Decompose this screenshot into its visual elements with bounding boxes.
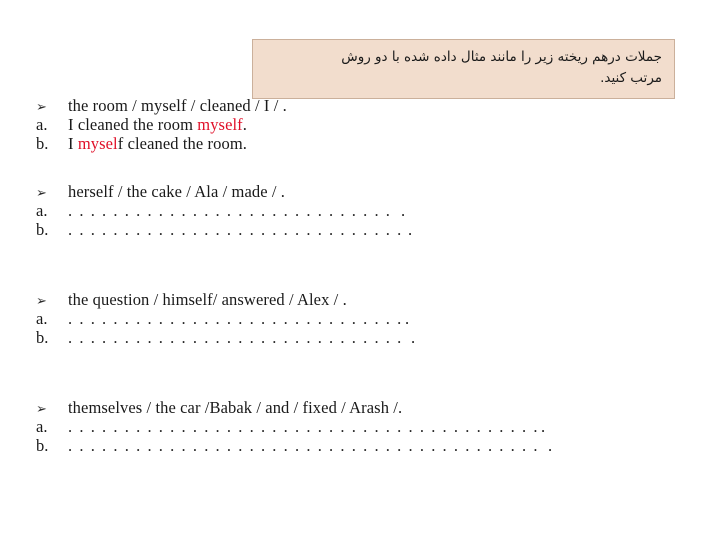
exercise-1-answer-b-row: b. I myself cleaned the room.	[36, 134, 287, 153]
answer-label-a: a.	[36, 201, 48, 220]
exercise-2-answer-a-row[interactable]: a. . . . . . . . . . . . . . . . . . . .…	[36, 201, 412, 220]
answer-segment: I	[68, 134, 78, 153]
answer-blank-line[interactable]: . . . . . . . . . . . . . . . . . . . . …	[68, 328, 408, 347]
exercise-1-answer-b: I myself cleaned the room.	[68, 134, 247, 153]
answer-blank-period: .	[405, 309, 410, 328]
exercise-3-prompt-row: ➢ the question / himself/ answered / Ale…	[36, 290, 415, 309]
worksheet-page: جملات درهم ریخته زیر را مانند مثال داده …	[0, 0, 720, 540]
answer-blank-period: .	[408, 220, 413, 239]
exercise-2-answer-b-row[interactable]: b. . . . . . . . . . . . . . . . . . . .…	[36, 220, 412, 239]
answer-segment: I cleaned the room	[68, 115, 198, 134]
exercise-1-prompt-row: ➢ the room / myself / cleaned / I / .	[36, 96, 287, 115]
exercise-1-prompt: the room / myself / cleaned / I / .	[68, 96, 287, 115]
answer-segment: .	[242, 115, 248, 134]
exercise-block-3: ➢ the question / himself/ answered / Ale…	[36, 290, 415, 347]
exercise-1-answer-a-row: a. I cleaned the room myself.	[36, 115, 287, 134]
exercise-2-prompt: herself / the cake / Ala / made / .	[68, 182, 286, 201]
answer-label-b: b.	[36, 134, 49, 153]
exercise-3-answer-b-row[interactable]: b. . . . . . . . . . . . . . . . . . . .…	[36, 328, 415, 347]
answer-label-a: a.	[36, 115, 48, 134]
answer-label-b: b.	[36, 328, 49, 347]
exercise-4-prompt: themselves / the car /Babak / and / fixe…	[68, 398, 403, 417]
answer-blank-period: .	[401, 201, 406, 220]
exercise-block-4: ➢ themselves / the car /Babak / and / fi…	[36, 398, 552, 455]
exercise-4-prompt-row: ➢ themselves / the car /Babak / and / fi…	[36, 398, 552, 417]
answer-segment: f cleaned the room.	[117, 134, 248, 153]
exercise-block-2: ➢ herself / the cake / Ala / made / . a.…	[36, 182, 412, 239]
answer-label-a: a.	[36, 417, 48, 436]
answer-blank-period: .	[548, 436, 553, 455]
exercise-3-prompt: the question / himself/ answered / Alex …	[68, 290, 347, 309]
exercise-2-prompt-row: ➢ herself / the cake / Ala / made / .	[36, 182, 412, 201]
exercise-4-answer-b-row[interactable]: b. . . . . . . . . . . . . . . . . . . .…	[36, 436, 552, 455]
answer-label-b: b.	[36, 436, 49, 455]
answer-blank-line[interactable]: . . . . . . . . . . . . . . . . . . . . …	[68, 436, 545, 455]
answer-blank-line[interactable]: . . . . . . . . . . . . . . . . . . . . …	[68, 201, 398, 220]
answer-label-b: b.	[36, 220, 49, 239]
instruction-callout: جملات درهم ریخته زیر را مانند مثال داده …	[252, 39, 675, 99]
instruction-line-1: جملات درهم ریخته زیر را مانند مثال داده …	[341, 49, 662, 65]
answer-segment-highlight: mysel	[77, 134, 118, 153]
answer-label-a: a.	[36, 309, 48, 328]
answer-segment-highlight: myself	[197, 115, 243, 134]
exercise-3-answer-a-row[interactable]: a. . . . . . . . . . . . . . . . . . . .…	[36, 309, 415, 328]
instruction-line-2: مرتب کنید.	[600, 70, 662, 87]
exercise-1-answer-a: I cleaned the room myself.	[68, 115, 247, 134]
answer-blank-line[interactable]: . . . . . . . . . . . . . . . . . . . . …	[68, 417, 538, 436]
answer-blank-period: .	[411, 328, 416, 347]
answer-blank-line[interactable]: . . . . . . . . . . . . . . . . . . . . …	[68, 309, 402, 328]
answer-blank-period: .	[541, 417, 546, 436]
exercise-4-answer-a-row[interactable]: a. . . . . . . . . . . . . . . . . . . .…	[36, 417, 552, 436]
exercise-block-1: ➢ the room / myself / cleaned / I / . a.…	[36, 96, 287, 153]
answer-blank-line[interactable]: . . . . . . . . . . . . . . . . . . . . …	[68, 220, 405, 239]
